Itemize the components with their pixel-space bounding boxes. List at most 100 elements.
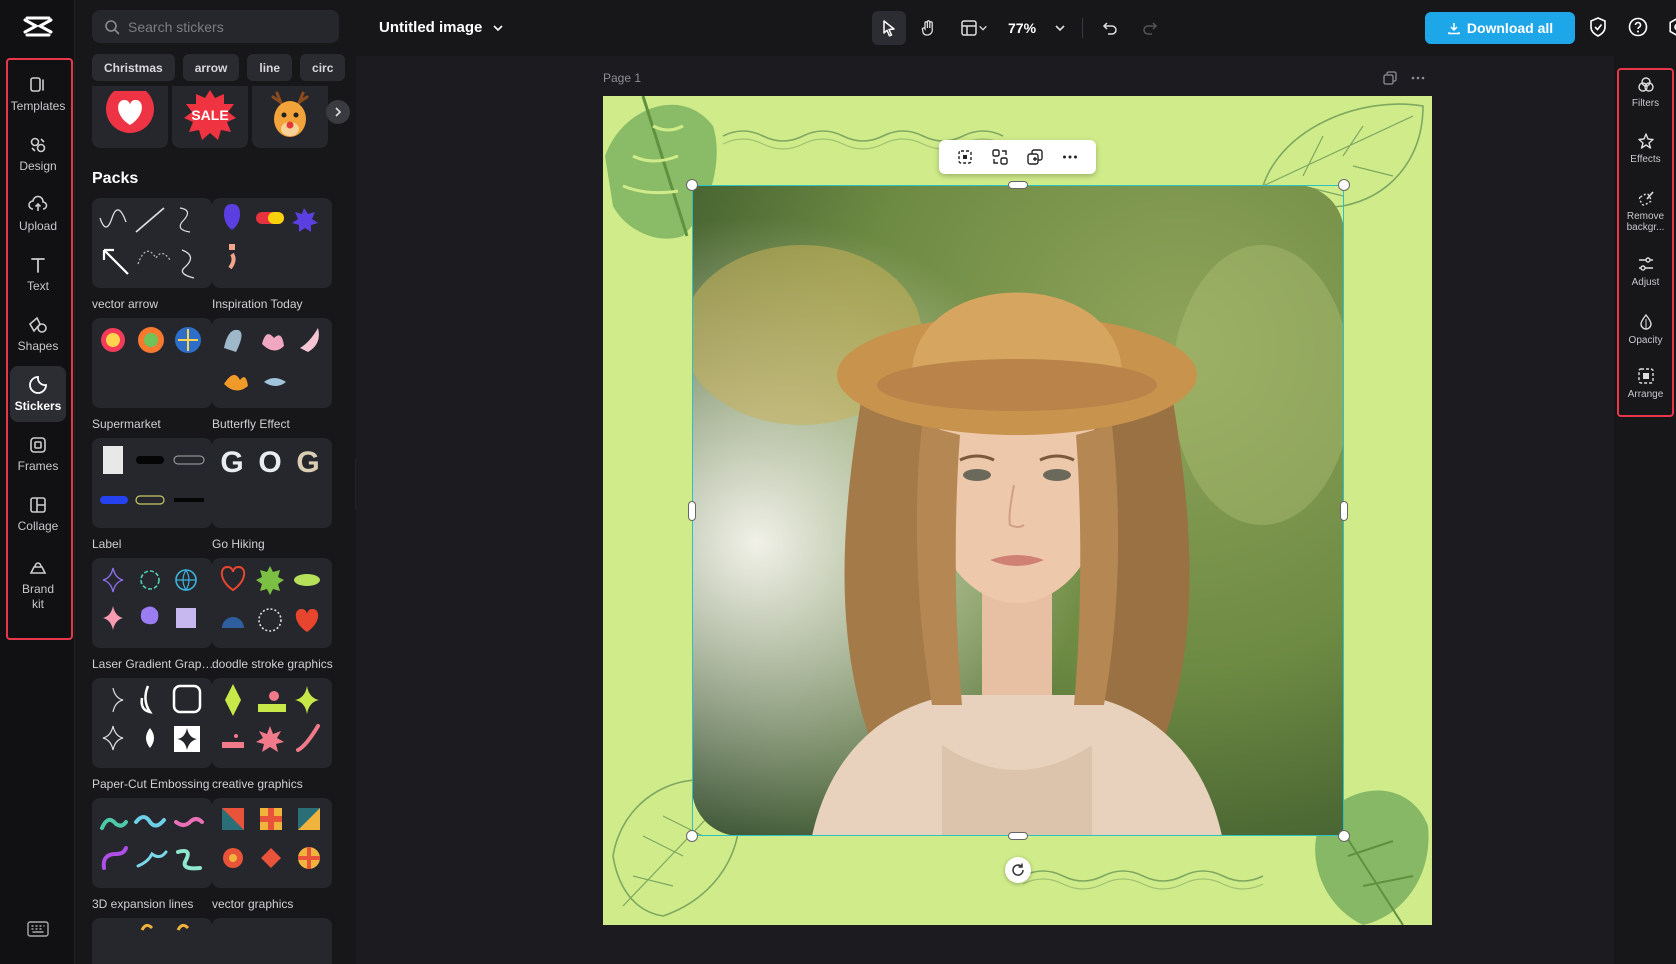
chip-line[interactable]: line xyxy=(247,54,293,81)
pack-card[interactable]: Inspiration Today xyxy=(212,198,332,311)
pack-thumbnail xyxy=(92,678,212,768)
canvas-toolbar: 77% xyxy=(872,11,1167,45)
rail-item-label: Collage xyxy=(17,518,59,533)
resize-handle-left[interactable] xyxy=(688,501,696,521)
chevron-down-icon xyxy=(493,24,503,31)
right-item-effects[interactable]: Effects xyxy=(1620,132,1671,165)
creative-graphics-pack-preview xyxy=(222,684,320,752)
copy-button[interactable] xyxy=(1024,146,1046,168)
pack-card[interactable]: vector graphics xyxy=(212,798,332,911)
chip-christmas[interactable]: Christmas xyxy=(92,54,175,81)
settings-icon[interactable] xyxy=(1667,16,1676,38)
portrait-photo[interactable] xyxy=(692,185,1344,836)
svg-text:G: G xyxy=(220,446,243,479)
right-item-label: Adjust xyxy=(1631,277,1660,288)
replace-button[interactable] xyxy=(989,146,1011,168)
zoom-level[interactable]: 77% xyxy=(1002,20,1042,36)
page-actions xyxy=(1382,70,1426,86)
chip-circle[interactable]: circ xyxy=(300,54,346,81)
pack-card[interactable]: G O G Go Hiking xyxy=(212,438,332,551)
text-icon xyxy=(31,257,45,273)
pack-card[interactable]: Label xyxy=(92,438,212,551)
rail-item-design[interactable]: Design xyxy=(10,126,66,182)
search-input[interactable] xyxy=(128,18,328,35)
pack-card[interactable]: Supermarket xyxy=(92,318,212,431)
rail-item-text[interactable]: Text xyxy=(10,246,66,302)
resize-handle-bottom[interactable] xyxy=(1008,832,1028,840)
pack-name: creative graphics xyxy=(212,777,303,791)
artboard[interactable] xyxy=(603,96,1432,925)
chevron-down-icon xyxy=(979,25,987,31)
crop-button[interactable] xyxy=(954,146,976,168)
pack-name: doodle stroke graphics xyxy=(212,657,333,671)
rail-item-templates[interactable]: Templates xyxy=(10,66,66,122)
pack-name: Laser Gradient Graph... xyxy=(92,657,214,671)
3d-expansion-lines-pack-preview xyxy=(100,815,204,871)
right-item-label: Effects xyxy=(1630,154,1661,165)
resize-handle-top-left[interactable] xyxy=(686,179,698,191)
right-item-adjust[interactable]: Adjust xyxy=(1620,255,1671,288)
rotate-handle[interactable] xyxy=(1005,857,1031,883)
right-item-remove-background[interactable]: Remove backgr... xyxy=(1620,189,1671,233)
zoom-dropdown-button[interactable] xyxy=(1048,11,1072,45)
rail-item-brand-kit[interactable]: Brand kit xyxy=(10,552,66,618)
undo-icon xyxy=(1102,22,1117,35)
rail-item-stickers[interactable]: Stickers xyxy=(10,366,66,422)
resize-handle-right[interactable] xyxy=(1340,501,1348,521)
hand-tool-button[interactable] xyxy=(912,11,946,45)
vector-arrow-pack-preview xyxy=(99,207,195,279)
packs-title: Packs xyxy=(92,170,139,187)
more-options-button[interactable] xyxy=(1059,146,1081,168)
undo-button[interactable] xyxy=(1093,11,1127,45)
sticker-reindeer[interactable] xyxy=(252,86,328,148)
pack-card[interactable]: Butterfly Effect xyxy=(212,318,332,431)
redo-button[interactable] xyxy=(1133,11,1167,45)
pack-card[interactable] xyxy=(92,918,212,964)
sticker-sale[interactable]: SALE xyxy=(172,86,248,148)
help-icon[interactable] xyxy=(1627,16,1649,38)
reindeer-sticker-icon xyxy=(271,91,309,137)
resize-handle-bottom-right[interactable] xyxy=(1338,830,1350,842)
search-box[interactable] xyxy=(92,10,339,43)
pack-thumbnail xyxy=(92,198,212,288)
rail-item-upload[interactable]: Upload xyxy=(10,186,66,242)
rail-item-collage[interactable]: Collage xyxy=(10,486,66,542)
keyboard-icon[interactable] xyxy=(27,921,49,937)
right-item-arrange[interactable]: Arrange xyxy=(1620,367,1671,400)
heart-sticker-icon xyxy=(106,91,154,133)
rail-item-shapes[interactable]: Shapes xyxy=(10,306,66,362)
laser-gradient-pack-preview xyxy=(102,567,197,630)
layout-tool-button[interactable] xyxy=(952,11,996,45)
duplicate-page-icon[interactable] xyxy=(1382,70,1398,86)
resize-handle-top-right[interactable] xyxy=(1338,179,1350,191)
upload-icon xyxy=(28,195,48,211)
select-tool-button[interactable] xyxy=(872,11,906,45)
quick-row-next-button[interactable] xyxy=(326,100,350,124)
sticker-heart[interactable] xyxy=(92,86,168,148)
download-all-button[interactable]: Download all xyxy=(1425,12,1575,44)
right-item-opacity[interactable]: Opacity xyxy=(1620,313,1671,346)
download-all-label: Download all xyxy=(1466,20,1554,36)
page-label: Page 1 xyxy=(603,71,642,85)
resize-handle-bottom-left[interactable] xyxy=(686,830,698,842)
rail-item-frames[interactable]: Frames xyxy=(10,426,66,482)
pack-card[interactable] xyxy=(212,918,332,964)
more-icon[interactable] xyxy=(1410,70,1426,86)
pack-card[interactable]: vector arrow xyxy=(92,198,212,311)
right-item-filters[interactable]: Filters xyxy=(1620,76,1671,109)
pack-card[interactable]: Laser Gradient Graph... xyxy=(92,558,214,671)
resize-handle-top[interactable] xyxy=(1008,181,1028,189)
right-item-label: Remove backgr... xyxy=(1626,211,1665,233)
pack-card[interactable]: creative graphics xyxy=(212,678,332,791)
element-floating-toolbar xyxy=(939,140,1096,174)
pack-card[interactable]: 3D expansion lines xyxy=(92,798,212,911)
document-title[interactable]: Untitled image xyxy=(379,19,504,36)
capcut-logo[interactable] xyxy=(22,14,54,42)
rail-item-label: Design xyxy=(19,158,57,173)
pack-card[interactable]: doodle stroke graphics xyxy=(212,558,333,671)
shield-icon[interactable] xyxy=(1587,16,1609,38)
chip-arrow[interactable]: arrow xyxy=(182,54,240,81)
crop-icon xyxy=(957,150,972,164)
pack-card[interactable]: Paper-Cut Embossing xyxy=(92,678,212,791)
rail-item-label: Text xyxy=(26,278,49,293)
